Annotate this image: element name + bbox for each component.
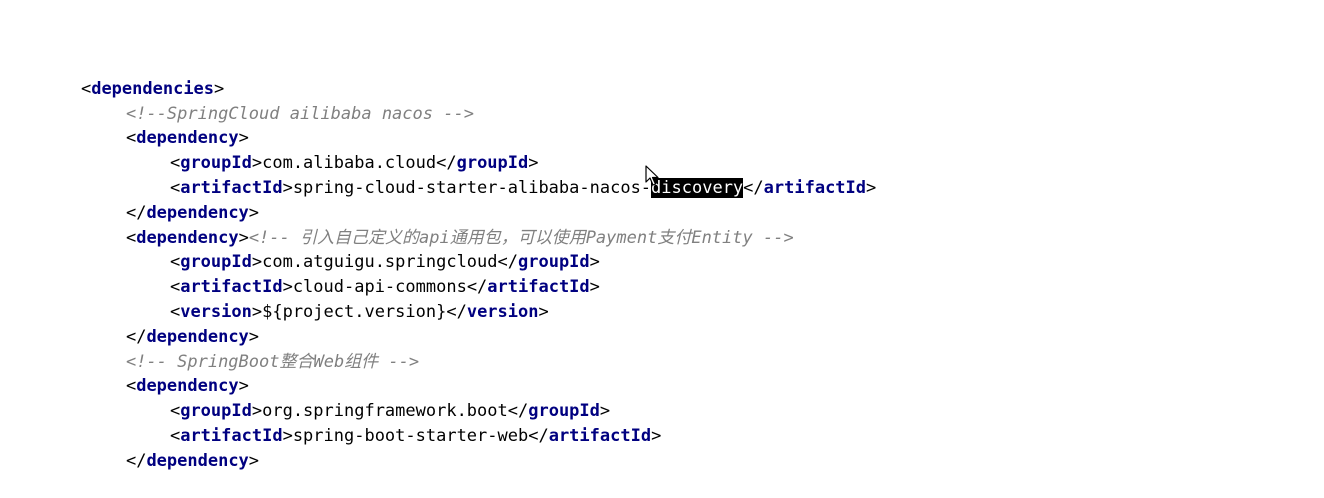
xml-tag: dependency — [136, 227, 239, 248]
xml-tag: artifactId — [548, 425, 652, 446]
code-editor[interactable]: <dependencies> <!--SpringCloud ailibaba … — [40, 52, 1310, 471]
xml-tag: dependency — [146, 450, 249, 471]
xml-tag: groupId — [528, 401, 600, 422]
xml-tag: artifactId — [487, 277, 590, 298]
code-line: <!--SpringCloud ailibaba nacos --> — [40, 77, 1310, 124]
xml-tag: version — [466, 301, 539, 322]
xml-tag: dependency — [136, 376, 239, 397]
xml-tag: dependency — [146, 202, 249, 223]
mouse-pointer-icon — [645, 165, 659, 186]
xml-tag: version — [180, 301, 252, 322]
xml-tag: groupId — [180, 252, 252, 273]
text-selection[interactable]: discovery — [651, 177, 744, 198]
xml-tag: dependencies — [91, 78, 215, 99]
xml-tag: artifactId — [180, 177, 283, 198]
xml-text: org.springframework.boot — [262, 401, 508, 422]
xml-comment: <!-- 引入自己定义的api通用包，可以使用Payment支付Entity -… — [248, 227, 794, 248]
xml-tag: groupId — [180, 153, 252, 174]
xml-tag: groupId — [456, 153, 529, 174]
code-line: <dependencies> — [80, 78, 225, 99]
xml-comment: <!-- SpringBoot整合Web组件 --> — [125, 351, 420, 372]
xml-tag: artifactId — [180, 277, 283, 298]
xml-text: spring-boot-starter-web — [292, 425, 529, 446]
xml-tag: groupId — [180, 401, 252, 422]
xml-tag: dependency — [146, 326, 249, 347]
xml-text: cloud-api-commons — [292, 277, 467, 298]
xml-tag: groupId — [518, 252, 590, 273]
xml-tag: artifactId — [180, 425, 283, 446]
xml-comment: <!--SpringCloud ailibaba nacos --> — [125, 103, 474, 124]
xml-tag: dependency — [136, 128, 239, 149]
xml-text: com.alibaba.cloud — [262, 153, 437, 174]
xml-tag: artifactId — [763, 177, 867, 198]
xml-text: spring-cloud-starter-alibaba-nacos- — [292, 177, 652, 198]
xml-text: ${project.version} — [262, 301, 447, 322]
xml-text: com.atguigu.springcloud — [262, 252, 498, 273]
